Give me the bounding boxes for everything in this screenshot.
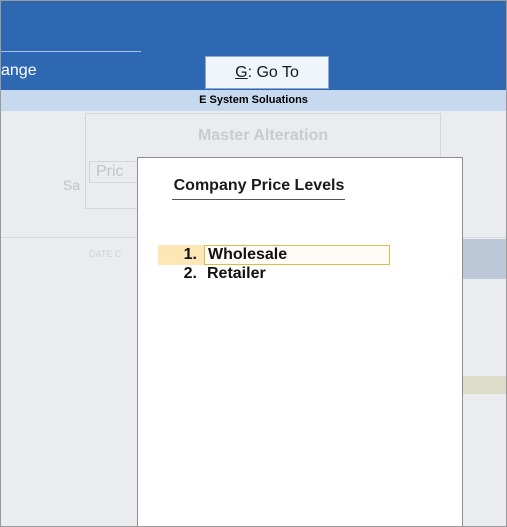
top-divider: [1, 51, 141, 52]
popup-title-underline: [172, 199, 345, 200]
sa-label: Sa: [63, 177, 81, 193]
price-levels-popup: Company Price Levels 1. Wholesale 2. Ret…: [137, 157, 463, 526]
goto-button[interactable]: G: Go To: [205, 56, 329, 89]
list-item-number: 1.: [158, 245, 204, 265]
change-menu-label[interactable]: ange: [1, 62, 37, 80]
top-bar: ange G: Go To: [1, 1, 506, 90]
goto-shortcut-key: G: [235, 63, 248, 81]
list-item-wholesale[interactable]: 1. Wholesale: [158, 245, 390, 265]
app-window: ange G: Go To E System Soluations Master…: [0, 0, 507, 527]
right-panel-header: [459, 239, 506, 279]
list-item-label: Wholesale: [204, 245, 390, 265]
date-column-header: DATE C: [89, 249, 122, 259]
list-item-label: Retailer: [207, 265, 266, 282]
company-name-bar: E System Soluations: [1, 90, 506, 111]
popup-title: Company Price Levels: [173, 177, 345, 194]
master-alteration-title: Master Alteration: [197, 127, 329, 144]
right-panel-highlight: [459, 376, 506, 394]
list-item-retailer[interactable]: 2. Retailer: [158, 264, 390, 284]
list-item-number: 2.: [183, 265, 197, 282]
goto-label: : Go To: [247, 63, 299, 81]
